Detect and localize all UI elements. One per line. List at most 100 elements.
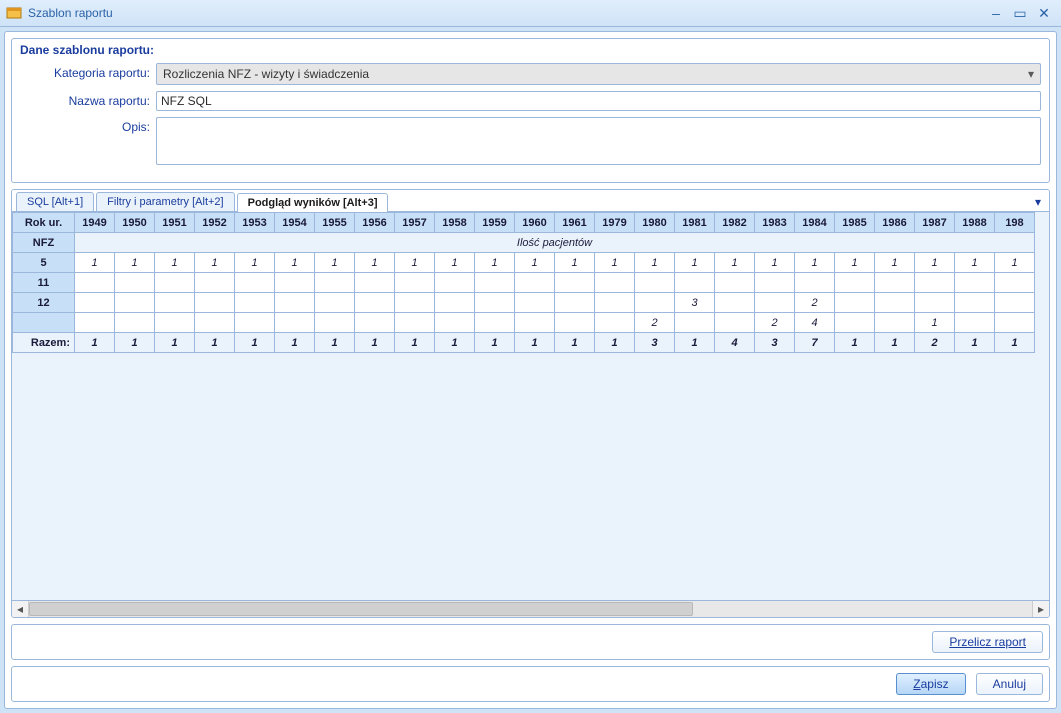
- col-header-1950: 1950: [115, 213, 155, 233]
- cell-0-2: 1: [155, 253, 195, 273]
- category-combo[interactable]: Rozliczenia NFZ - wizyty i świadczenia ▾: [156, 63, 1041, 85]
- col-header-1956: 1956: [355, 213, 395, 233]
- label-name: Nazwa raportu:: [20, 91, 156, 108]
- total-cell-12: 1: [555, 333, 595, 353]
- cell-3-22: [955, 313, 995, 333]
- cell-2-21: [915, 293, 955, 313]
- cell-0-19: 1: [835, 253, 875, 273]
- cell-1-14: [635, 273, 675, 293]
- cell-1-6: [315, 273, 355, 293]
- col-header-1985: 1985: [835, 213, 875, 233]
- scroll-track[interactable]: [29, 601, 1032, 617]
- cell-0-18: 1: [795, 253, 835, 273]
- col-header-1984: 1984: [795, 213, 835, 233]
- cell-3-1: [115, 313, 155, 333]
- total-cell-11: 1: [515, 333, 555, 353]
- minimize-button[interactable]: –: [985, 5, 1007, 21]
- row-name: Nazwa raportu:: [20, 91, 1041, 111]
- cell-3-19: [835, 313, 875, 333]
- patients-count-header: Ilość pacjentów: [75, 233, 1035, 253]
- cell-2-17: [755, 293, 795, 313]
- cell-1-8: [395, 273, 435, 293]
- total-cell-9: 1: [435, 333, 475, 353]
- cell-2-1: [115, 293, 155, 313]
- recalculate-button[interactable]: Przelicz raport: [932, 631, 1043, 653]
- cell-3-15: [675, 313, 715, 333]
- cell-3-2: [155, 313, 195, 333]
- col-header-1959: 1959: [475, 213, 515, 233]
- tab-1[interactable]: Filtry i parametry [Alt+2]: [96, 192, 234, 211]
- table-row: 11: [13, 273, 1035, 293]
- save-button[interactable]: Zapisz: [896, 673, 965, 695]
- row-header-11: 11: [13, 273, 75, 293]
- cell-0-7: 1: [355, 253, 395, 273]
- total-cell-3: 1: [195, 333, 235, 353]
- row-desc: Opis:: [20, 117, 1041, 168]
- cell-3-18: 4: [795, 313, 835, 333]
- cell-3-5: [275, 313, 315, 333]
- cell-2-10: [475, 293, 515, 313]
- col-header-1988: 1988: [955, 213, 995, 233]
- row-header-nfz: NFZ: [13, 233, 75, 253]
- cell-0-23: 1: [995, 253, 1035, 273]
- tab-0[interactable]: SQL [Alt+1]: [16, 192, 94, 211]
- tab-overflow-button[interactable]: ▾: [1031, 193, 1045, 211]
- maximize-button[interactable]: ▭: [1009, 5, 1031, 21]
- report-name-input[interactable]: [156, 91, 1041, 111]
- cell-2-20: [875, 293, 915, 313]
- total-cell-22: 1: [955, 333, 995, 353]
- cell-1-20: [875, 273, 915, 293]
- cell-2-8: [395, 293, 435, 313]
- cell-1-10: [475, 273, 515, 293]
- row-header-5: 5: [13, 253, 75, 273]
- scroll-left-button[interactable]: ◂: [12, 601, 29, 617]
- cell-1-15: [675, 273, 715, 293]
- cell-1-9: [435, 273, 475, 293]
- cancel-button[interactable]: Anuluj: [976, 673, 1043, 695]
- cell-1-11: [515, 273, 555, 293]
- scroll-right-button[interactable]: ▸: [1032, 601, 1049, 617]
- cell-1-7: [355, 273, 395, 293]
- col-header-1958: 1958: [435, 213, 475, 233]
- row-header-total: Razem:: [13, 333, 75, 353]
- close-button[interactable]: ✕: [1033, 5, 1055, 21]
- col-header-1980: 1980: [635, 213, 675, 233]
- total-cell-0: 1: [75, 333, 115, 353]
- cell-2-9: [435, 293, 475, 313]
- total-cell-21: 2: [915, 333, 955, 353]
- description-textarea[interactable]: [156, 117, 1041, 165]
- col-header-1952: 1952: [195, 213, 235, 233]
- total-cell-17: 3: [755, 333, 795, 353]
- cell-2-15: 3: [675, 293, 715, 313]
- horizontal-scrollbar[interactable]: ◂ ▸: [12, 600, 1049, 617]
- cell-3-20: [875, 313, 915, 333]
- scroll-thumb[interactable]: [29, 602, 693, 616]
- results-grid: Rok ur.194919501951195219531954195519561…: [12, 212, 1035, 353]
- results-grid-wrap: Rok ur.194919501951195219531954195519561…: [12, 212, 1049, 600]
- cell-0-5: 1: [275, 253, 315, 273]
- template-data-panel: Dane szablonu raportu: Kategoria raportu…: [11, 38, 1050, 183]
- total-cell-20: 1: [875, 333, 915, 353]
- cell-2-13: [595, 293, 635, 313]
- cell-0-3: 1: [195, 253, 235, 273]
- cell-0-13: 1: [595, 253, 635, 273]
- total-cell-8: 1: [395, 333, 435, 353]
- row-header-blank: [13, 313, 75, 333]
- cell-2-19: [835, 293, 875, 313]
- app-icon: [6, 5, 22, 21]
- cell-1-19: [835, 273, 875, 293]
- cell-2-12: [555, 293, 595, 313]
- cell-0-14: 1: [635, 253, 675, 273]
- cell-1-22: [955, 273, 995, 293]
- total-cell-18: 7: [795, 333, 835, 353]
- tab-2[interactable]: Podgląd wyników [Alt+3]: [237, 193, 389, 212]
- col-header-1953: 1953: [235, 213, 275, 233]
- cell-3-11: [515, 313, 555, 333]
- cell-2-18: 2: [795, 293, 835, 313]
- cell-2-4: [235, 293, 275, 313]
- total-cell-23: 1: [995, 333, 1035, 353]
- window-title: Szablon raportu: [28, 6, 983, 20]
- table-row: 2241: [13, 313, 1035, 333]
- col-header-1954: 1954: [275, 213, 315, 233]
- cell-3-23: [995, 313, 1035, 333]
